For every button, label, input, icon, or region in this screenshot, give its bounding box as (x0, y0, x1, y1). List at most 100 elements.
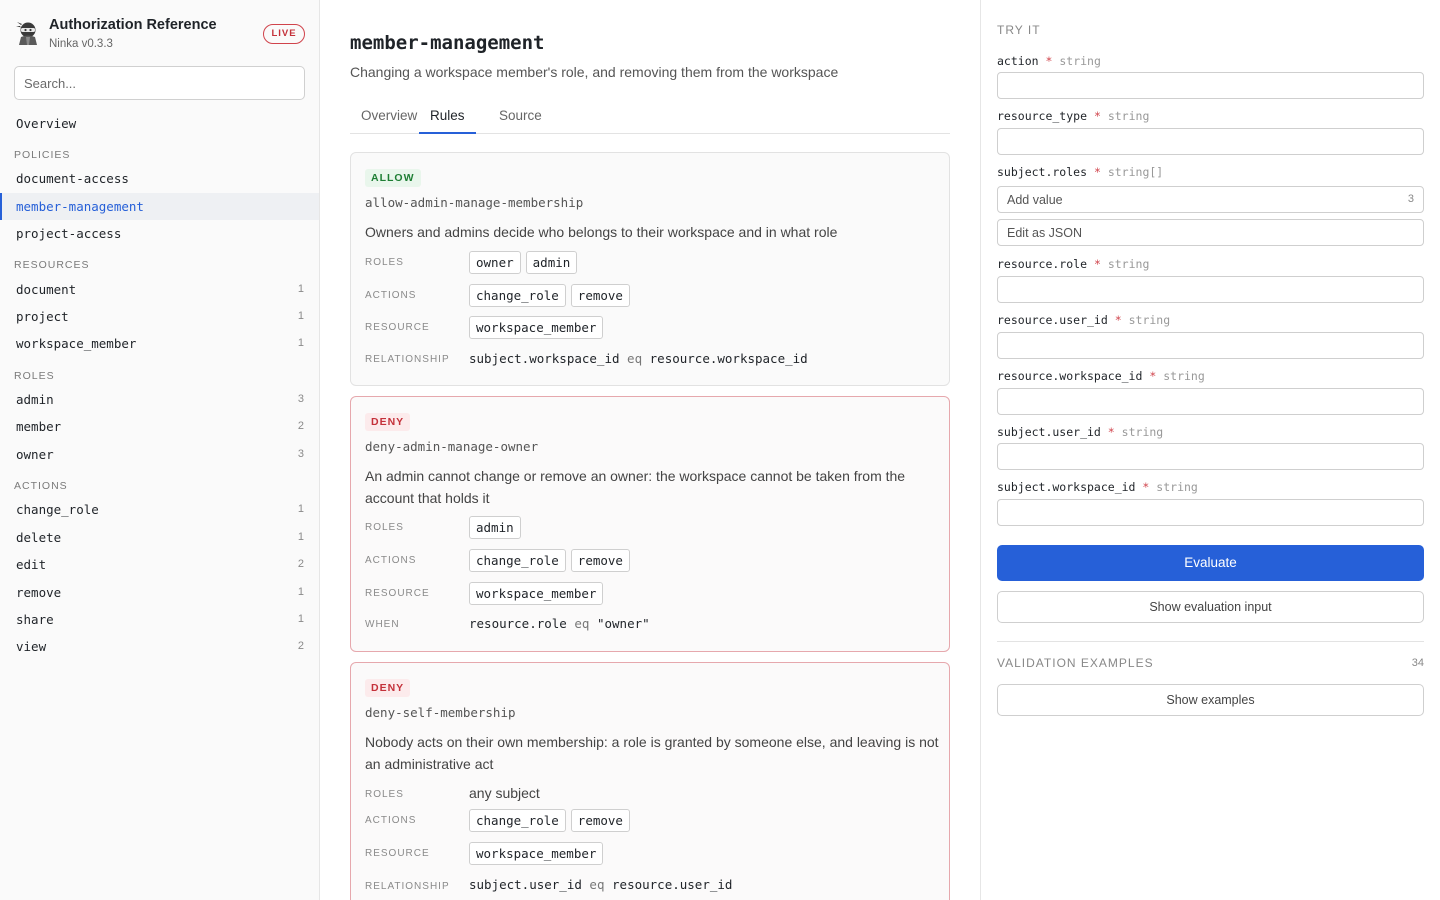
relationship-label: RELATIONSHIP (365, 354, 450, 365)
resource-type-input[interactable] (997, 128, 1424, 155)
condition-expression: subject.user_id eq resource.user_id (469, 877, 732, 892)
action-input[interactable] (997, 72, 1424, 99)
nav-count: 3 (297, 393, 304, 405)
sidebar-item-action-change-role[interactable]: change_role 1 (0, 496, 319, 523)
try-it-panel: TRY IT action * string resource_type * s… (980, 0, 1440, 900)
tab-overview[interactable]: Overview (350, 100, 428, 134)
resource-label: RESOURCE (365, 848, 430, 859)
param-name: resource_type (997, 109, 1088, 123)
effect-badge-allow: ALLOW (365, 169, 421, 187)
nav-count: 1 (297, 586, 304, 598)
sidebar-item-action-share[interactable]: share 1 (0, 606, 319, 633)
condition-right: "owner" (596, 616, 650, 631)
roles-any-subject: any subject (469, 785, 540, 801)
resource-chip: workspace_member (469, 842, 604, 865)
sidebar-item-project-access[interactable]: project-access (0, 220, 319, 247)
subject-user-id-input[interactable] (997, 443, 1424, 470)
when-label: WHEN (365, 619, 400, 630)
section-label-actions: ACTIONS (14, 480, 68, 492)
sidebar-item-document-access[interactable]: document-access (0, 165, 319, 192)
resource-user-id-input[interactable] (997, 332, 1424, 359)
nav-label: admin (16, 392, 54, 407)
nav-label: owner (16, 447, 54, 462)
show-evaluation-input-button[interactable]: Show evaluation input (997, 591, 1424, 623)
param-label-subject-user-id: subject.user_id * string (997, 425, 1163, 439)
validation-examples-count: 34 (1411, 657, 1424, 669)
required-marker: * (1142, 480, 1150, 494)
nav-count: 1 (297, 283, 304, 295)
sidebar-item-role-owner[interactable]: owner 3 (0, 441, 319, 468)
actions-label: ACTIONS (365, 555, 417, 566)
param-type: string (1156, 480, 1198, 494)
sidebar-item-action-view[interactable]: view 2 (0, 633, 319, 660)
nav-count: 2 (297, 640, 304, 652)
subject-roles-add-value-input[interactable]: Add value 3 (997, 186, 1424, 213)
sidebar-item-resource-document[interactable]: document 1 (0, 276, 319, 303)
condition-right: resource.user_id (612, 877, 733, 892)
search-input[interactable] (14, 66, 305, 100)
param-type: string (1121, 425, 1164, 439)
subject-workspace-id-input[interactable] (997, 499, 1424, 526)
brand-header: Authorization Reference Ninka v0.3.3 LIV… (0, 0, 319, 66)
sidebar-item-overview[interactable]: Overview (0, 110, 319, 137)
sidebar-item-member-management[interactable]: member-management (0, 193, 319, 220)
resource-label: RESOURCE (365, 322, 430, 333)
roles-chips: admin (469, 516, 521, 539)
resource-chips: workspace_member (469, 582, 604, 605)
condition-expression: resource.role eq "owner" (469, 616, 650, 631)
param-type: string (1107, 109, 1150, 123)
nav-label: remove (16, 585, 62, 600)
edit-as-json-button[interactable]: Edit as JSON (997, 219, 1424, 246)
rule-description: Nobody acts on their own membership: a r… (365, 734, 939, 772)
param-label-resource-user-id: resource.user_id * string (997, 313, 1170, 327)
action-chip: remove (570, 809, 630, 832)
sidebar: Authorization Reference Ninka v0.3.3 LIV… (0, 0, 320, 900)
required-marker: * (1093, 109, 1101, 123)
param-name: subject.workspace_id (997, 480, 1136, 494)
tab-bar: Overview Rules Source (350, 100, 950, 134)
app-title: Authorization Reference (49, 17, 217, 33)
param-name: resource.user_id (997, 313, 1108, 327)
resource-workspace-id-input[interactable] (997, 388, 1424, 415)
roles-label: ROLES (365, 257, 404, 268)
nav-label: member (16, 419, 62, 434)
show-examples-button[interactable]: Show examples (997, 684, 1424, 716)
param-name: action (997, 54, 1039, 68)
section-label-resources: RESOURCES (14, 259, 90, 271)
condition-operator: eq (627, 351, 643, 366)
action-chip: remove (570, 549, 630, 572)
sidebar-item-resource-project[interactable]: project 1 (0, 303, 319, 330)
role-chip: admin (469, 516, 521, 539)
nav-label: view (16, 639, 47, 654)
roles-label: ROLES (365, 522, 404, 533)
evaluate-button[interactable]: Evaluate (997, 545, 1424, 581)
actions-chips: change_role remove (469, 284, 630, 307)
rule-name: allow-admin-manage-membership (365, 195, 584, 210)
sidebar-item-action-edit[interactable]: edit 2 (0, 551, 319, 578)
resource-role-input[interactable] (997, 276, 1424, 303)
param-type: string[] (1107, 165, 1164, 179)
param-type: string (1128, 313, 1171, 327)
tab-source[interactable]: Source (488, 100, 553, 134)
sidebar-item-role-member[interactable]: member 2 (0, 413, 319, 440)
condition-operator: eq (574, 616, 590, 631)
role-chip: admin (525, 251, 578, 274)
action-chip: remove (570, 284, 630, 307)
tab-rules[interactable]: Rules (419, 100, 476, 134)
nav-count: 2 (297, 558, 304, 570)
nav-count: 1 (297, 613, 304, 625)
effect-badge-deny: DENY (365, 413, 411, 431)
param-label-resource-workspace-id: resource.workspace_id * string (997, 369, 1205, 383)
param-type: string (1059, 54, 1101, 68)
sidebar-item-role-admin[interactable]: admin 3 (0, 386, 319, 413)
resource-chips: workspace_member (469, 842, 604, 865)
nav-count: 1 (297, 337, 304, 349)
live-badge: LIVE (263, 24, 305, 44)
sidebar-item-resource-workspace-member[interactable]: workspace_member 1 (0, 330, 319, 357)
sidebar-item-action-delete[interactable]: delete 1 (0, 524, 319, 551)
role-chip: owner (469, 251, 521, 274)
section-label-policies: POLICIES (14, 149, 71, 161)
nav-label: document (16, 282, 77, 297)
sidebar-item-action-remove[interactable]: remove 1 (0, 579, 319, 606)
resource-chips: workspace_member (469, 316, 604, 339)
